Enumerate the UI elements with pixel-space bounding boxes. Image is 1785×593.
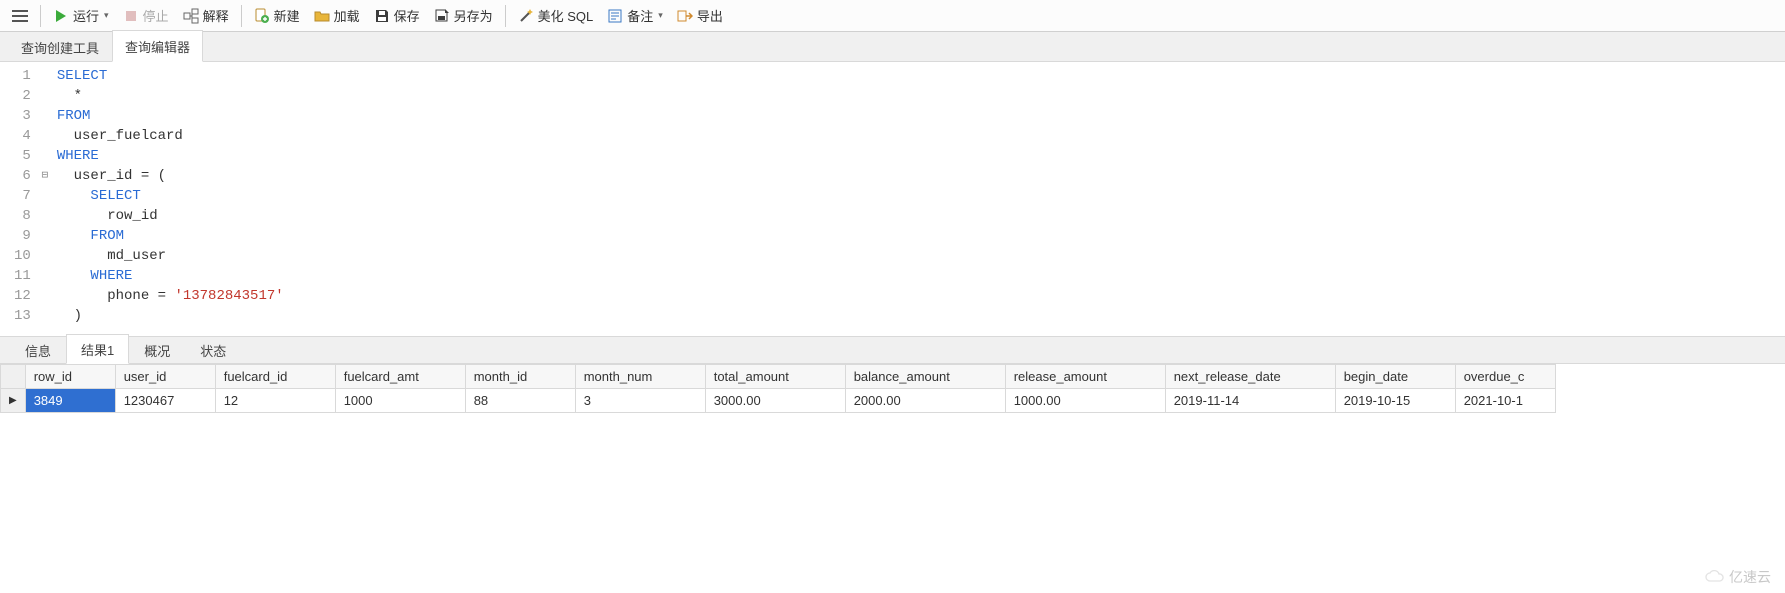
explain-button[interactable]: 解释 <box>177 3 235 28</box>
result-grid[interactable]: row_iduser_idfuelcard_idfuelcard_amtmont… <box>0 364 1556 413</box>
save-label: 保存 <box>394 6 420 25</box>
cell[interactable]: 2000.00 <box>845 389 1005 413</box>
separator <box>40 5 41 27</box>
col-fuelcard_id[interactable]: fuelcard_id <box>215 365 335 389</box>
run-label: 运行 <box>73 6 99 25</box>
run-button[interactable]: 运行 ▾ <box>47 3 115 28</box>
explain-icon <box>183 8 199 24</box>
remark-label: 备注 <box>627 6 653 25</box>
col-row_id[interactable]: row_id <box>25 365 115 389</box>
line-number-gutter: 12345678910111213 <box>0 66 39 326</box>
new-label: 新建 <box>274 6 300 25</box>
cell[interactable]: 2019-11-14 <box>1165 389 1335 413</box>
code-area[interactable]: SELECT *FROM user_fuelcardWHERE user_id … <box>51 66 284 326</box>
fold-gutter[interactable]: ⊟ <box>39 66 51 326</box>
col-next_release_date[interactable]: next_release_date <box>1165 365 1335 389</box>
tab-status[interactable]: 状态 <box>185 335 241 364</box>
new-icon <box>254 8 270 24</box>
cell[interactable]: 2021-10-1 <box>1455 389 1555 413</box>
remark-button[interactable]: 备注 ▾ <box>601 3 669 28</box>
tab-result1[interactable]: 结果1 <box>66 334 129 364</box>
load-label: 加载 <box>334 6 360 25</box>
export-label: 导出 <box>697 6 723 25</box>
tab-query-builder[interactable]: 查询创建工具 <box>8 31 112 62</box>
row-marker[interactable]: ▶ <box>1 389 26 413</box>
col-total_amount[interactable]: total_amount <box>705 365 845 389</box>
folder-icon <box>314 8 330 24</box>
beautify-button[interactable]: 美化 SQL <box>512 3 600 28</box>
cell[interactable]: 2019-10-15 <box>1335 389 1455 413</box>
save-icon <box>374 8 390 24</box>
cell[interactable]: 3849 <box>25 389 115 413</box>
col-release_amount[interactable]: release_amount <box>1005 365 1165 389</box>
save-button[interactable]: 保存 <box>368 3 426 28</box>
col-month_num[interactable]: month_num <box>575 365 705 389</box>
separator <box>241 5 242 27</box>
result-tabs: 信息 结果1 概况 状态 <box>0 336 1785 364</box>
col-overdue_c[interactable]: overdue_c <box>1455 365 1555 389</box>
new-button[interactable]: 新建 <box>248 3 306 28</box>
wand-icon <box>518 8 534 24</box>
result-grid-wrap: row_iduser_idfuelcard_idfuelcard_amtmont… <box>0 364 1785 413</box>
dropdown-icon: ▾ <box>104 10 109 21</box>
beautify-label: 美化 SQL <box>538 6 594 25</box>
hamburger-icon[interactable] <box>6 6 34 26</box>
export-icon <box>677 8 693 24</box>
col-balance_amount[interactable]: balance_amount <box>845 365 1005 389</box>
separator <box>505 5 506 27</box>
load-button[interactable]: 加载 <box>308 3 366 28</box>
col-begin_date[interactable]: begin_date <box>1335 365 1455 389</box>
cell[interactable]: 3000.00 <box>705 389 845 413</box>
save-as-icon <box>434 8 450 24</box>
explain-label: 解释 <box>203 6 229 25</box>
main-toolbar: 运行 ▾ 停止 解释 新建 加载 保存 另存为 美化 SQL 备注 ▾ 导出 <box>0 0 1785 32</box>
sql-editor[interactable]: 12345678910111213 ⊟ SELECT *FROM user_fu… <box>0 62 1785 336</box>
col-month_id[interactable]: month_id <box>465 365 575 389</box>
stop-button[interactable]: 停止 <box>117 3 175 28</box>
cell[interactable]: 3 <box>575 389 705 413</box>
query-tabs: 查询创建工具 查询编辑器 <box>0 32 1785 62</box>
note-icon <box>607 8 623 24</box>
save-as-label: 另存为 <box>454 6 493 25</box>
col-user_id[interactable]: user_id <box>115 365 215 389</box>
cell[interactable]: 1000.00 <box>1005 389 1165 413</box>
watermark: 亿速云 <box>1705 567 1771 587</box>
cell[interactable]: 12 <box>215 389 335 413</box>
cell[interactable]: 88 <box>465 389 575 413</box>
dropdown-icon: ▾ <box>658 10 663 21</box>
watermark-text: 亿速云 <box>1729 567 1771 587</box>
stop-icon <box>123 8 139 24</box>
tab-info[interactable]: 信息 <box>10 335 66 364</box>
cell[interactable]: 1230467 <box>115 389 215 413</box>
save-as-button[interactable]: 另存为 <box>428 3 499 28</box>
stop-label: 停止 <box>143 6 169 25</box>
cell[interactable]: 1000 <box>335 389 465 413</box>
col-fuelcard_amt[interactable]: fuelcard_amt <box>335 365 465 389</box>
tab-query-editor[interactable]: 查询编辑器 <box>112 30 203 62</box>
tab-profile[interactable]: 概况 <box>129 335 185 364</box>
play-icon <box>53 8 69 24</box>
export-button[interactable]: 导出 <box>671 3 729 28</box>
